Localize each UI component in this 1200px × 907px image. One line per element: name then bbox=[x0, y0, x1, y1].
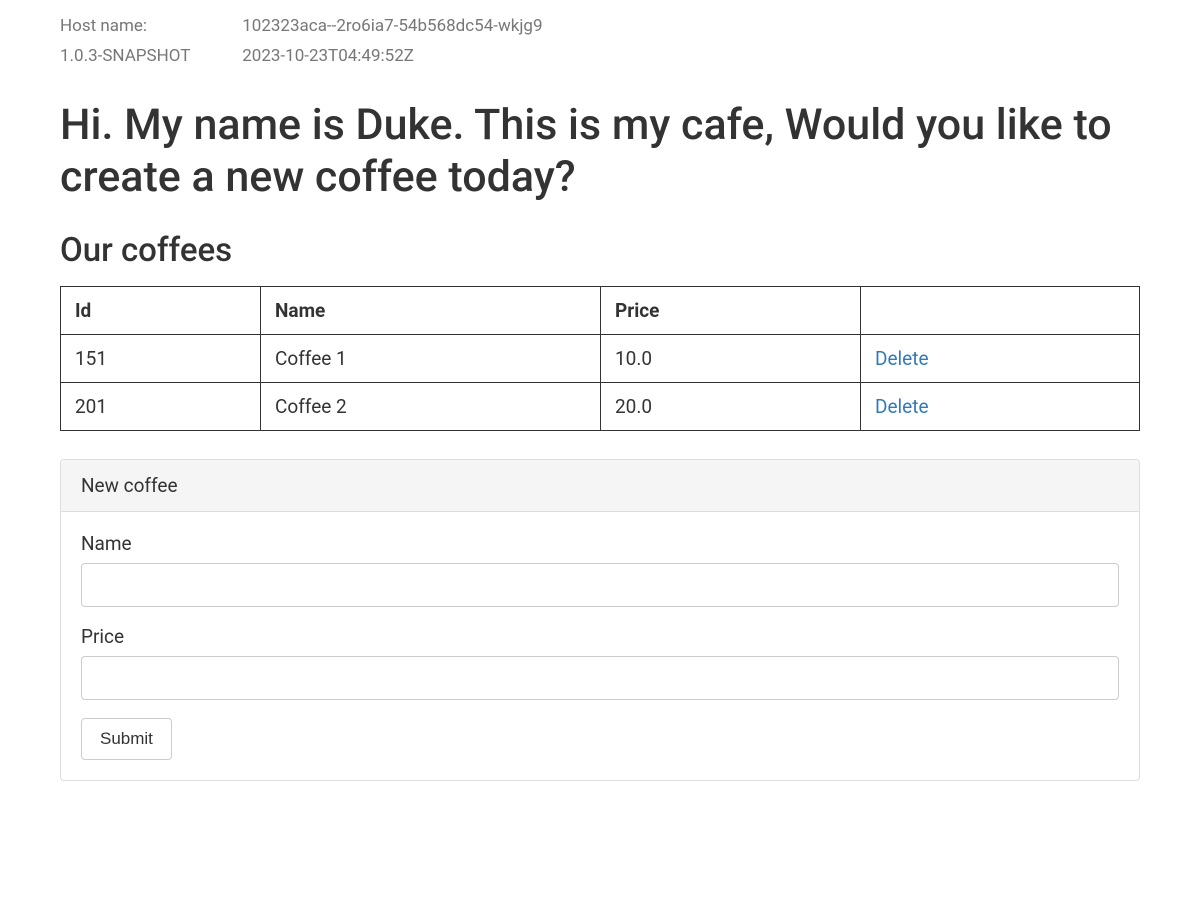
delete-link[interactable]: Delete bbox=[875, 395, 929, 418]
host-label: Host name: bbox=[60, 16, 238, 36]
cell-actions: Delete bbox=[861, 383, 1140, 431]
name-label: Name bbox=[81, 532, 1119, 555]
coffees-heading: Our coffees bbox=[60, 231, 1140, 270]
col-header-name: Name bbox=[261, 287, 601, 335]
panel-body: Name Price Submit bbox=[61, 512, 1139, 780]
cell-name: Coffee 2 bbox=[261, 383, 601, 431]
name-input[interactable] bbox=[81, 563, 1119, 607]
page-greeting: Hi. My name is Duke. This is my cafe, Wo… bbox=[60, 100, 1140, 203]
cell-name: Coffee 1 bbox=[261, 335, 601, 383]
col-header-actions bbox=[861, 287, 1140, 335]
panel-title: New coffee bbox=[61, 460, 1139, 512]
col-header-id: Id bbox=[61, 287, 261, 335]
host-row: Host name: 102323aca--2ro6ia7-54b568dc54… bbox=[60, 16, 1140, 36]
coffees-table: Id Name Price 151 Coffee 1 10.0 Delete 2… bbox=[60, 286, 1140, 431]
host-value: 102323aca--2ro6ia7-54b568dc54-wkjg9 bbox=[242, 16, 542, 36]
cell-actions: Delete bbox=[861, 335, 1140, 383]
table-row: 151 Coffee 1 10.0 Delete bbox=[61, 335, 1140, 383]
cell-price: 10.0 bbox=[601, 335, 861, 383]
delete-link[interactable]: Delete bbox=[875, 347, 929, 370]
cell-id: 201 bbox=[61, 383, 261, 431]
submit-button[interactable]: Submit bbox=[81, 718, 172, 760]
new-coffee-panel: New coffee Name Price Submit bbox=[60, 459, 1140, 781]
cell-price: 20.0 bbox=[601, 383, 861, 431]
table-row: 201 Coffee 2 20.0 Delete bbox=[61, 383, 1140, 431]
price-label: Price bbox=[81, 625, 1119, 648]
form-group-price: Price bbox=[81, 625, 1119, 700]
form-group-name: Name bbox=[81, 532, 1119, 607]
price-input[interactable] bbox=[81, 656, 1119, 700]
table-header-row: Id Name Price bbox=[61, 287, 1140, 335]
build-time: 2023-10-23T04:49:52Z bbox=[242, 46, 414, 66]
cell-id: 151 bbox=[61, 335, 261, 383]
col-header-price: Price bbox=[601, 287, 861, 335]
version-row: 1.0.3-SNAPSHOT 2023-10-23T04:49:52Z bbox=[60, 46, 1140, 66]
version-label: 1.0.3-SNAPSHOT bbox=[60, 46, 238, 66]
